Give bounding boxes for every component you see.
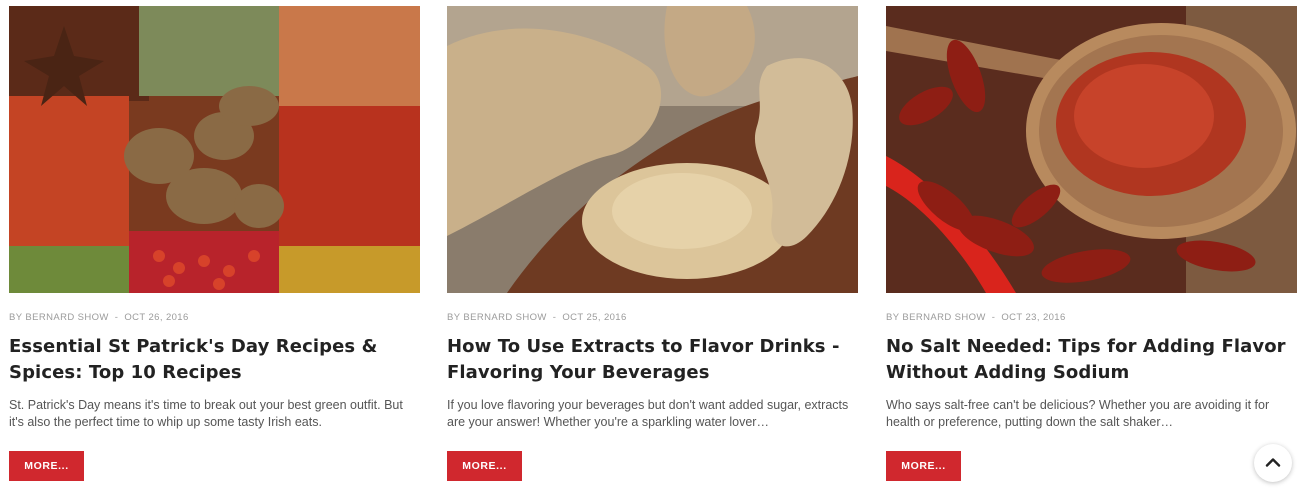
meta-separator: - — [552, 312, 557, 323]
meta-separator: - — [114, 312, 119, 323]
post-card: BY BERNARD SHOW - OCT 25, 2016 How To Use … — [447, 6, 858, 481]
post-card: BY BERNARD SHOW - OCT 23, 2016 No Salt Nee… — [886, 6, 1297, 481]
post-title[interactable]: How To Use Extracts to Flavor Drinks - F… — [447, 334, 858, 386]
post-excerpt: St. Patrick's Day means it's time to bre… — [9, 398, 403, 429]
more-button[interactable]: MORE... — [886, 451, 961, 481]
meta-separator: - — [991, 312, 996, 323]
post-date: OCT 23, 2016 — [1001, 312, 1066, 323]
scroll-to-top-button[interactable] — [1254, 444, 1292, 482]
post-author[interactable]: BY BERNARD SHOW — [447, 312, 547, 323]
post-excerpt: If you love flavoring your beverages but… — [447, 398, 849, 429]
post-date: OCT 26, 2016 — [124, 312, 189, 323]
post-meta: BY BERNARD SHOW - OCT 26, 2016 — [9, 312, 420, 324]
chevron-up-icon — [1265, 454, 1281, 472]
more-button[interactable]: MORE... — [447, 451, 522, 481]
post-title[interactable]: Essential St Patrick's Day Recipes & Spi… — [9, 334, 420, 386]
post-excerpt: Who says salt-free can't be delicious? W… — [886, 398, 1270, 429]
post-author[interactable]: BY BERNARD SHOW — [9, 312, 109, 323]
post-image-spices[interactable] — [9, 6, 420, 293]
post-image-chili[interactable] — [886, 6, 1297, 293]
post-title[interactable]: No Salt Needed: Tips for Adding Flavor W… — [886, 334, 1297, 386]
post-date: OCT 25, 2016 — [562, 312, 627, 323]
post-card: BY BERNARD SHOW - OCT 26, 2016 Essential S… — [9, 6, 420, 481]
post-author[interactable]: BY BERNARD SHOW — [886, 312, 986, 323]
more-button[interactable]: MORE... — [9, 451, 84, 481]
post-meta: BY BERNARD SHOW - OCT 25, 2016 — [447, 312, 858, 324]
post-image-ginger[interactable] — [447, 6, 858, 293]
post-meta: BY BERNARD SHOW - OCT 23, 2016 — [886, 312, 1297, 324]
